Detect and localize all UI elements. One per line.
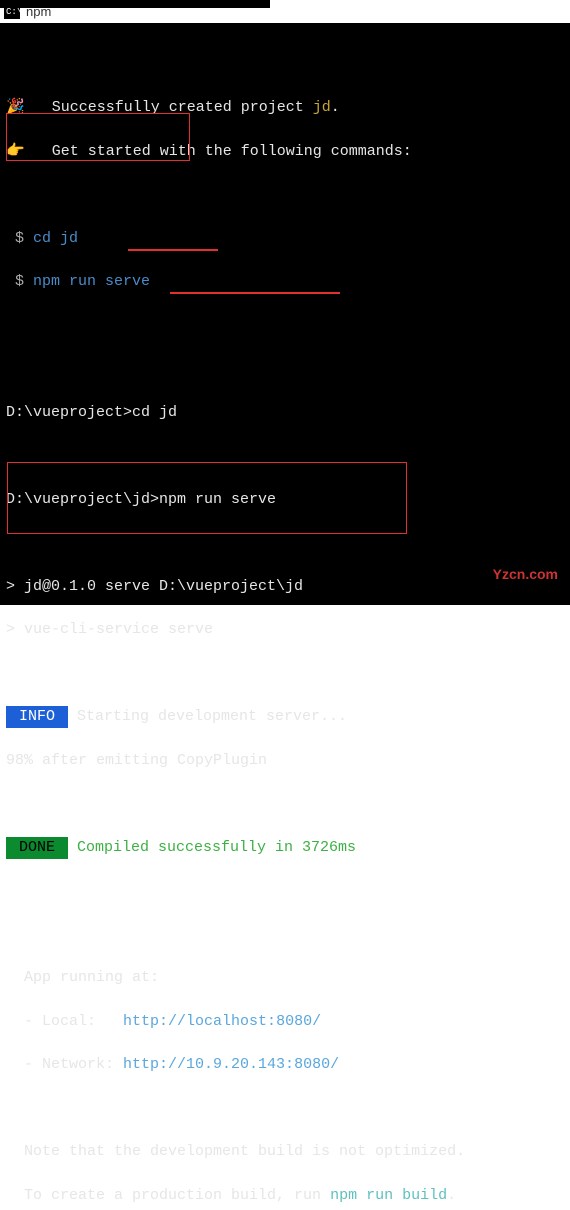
done-line: DONE Compiled successfully in 3726ms (6, 837, 564, 859)
done-badge: DONE (6, 837, 68, 859)
terminal-viewport[interactable]: 🎉 Successfully created project jd. 👉 Get… (0, 24, 570, 605)
local-url-line: - Local: http://localhost:8080/ (6, 1011, 564, 1033)
top-black-strip (0, 0, 270, 8)
serve-line-1: > jd@0.1.0 serve D:\vueproject\jd (6, 576, 564, 598)
info-badge: INFO (6, 706, 68, 728)
suggested-cmd-2: $ npm run serve (6, 271, 564, 293)
blank-line (6, 793, 564, 815)
note-line-1: Note that the development build is not o… (6, 1141, 564, 1163)
prompt-line-1: D:\vueproject>cd jd (6, 402, 564, 424)
blank-line (6, 880, 564, 902)
prompt-line-2: D:\vueproject\jd>npm run serve (6, 489, 564, 511)
suggested-cmd-1: $ cd jd (6, 228, 564, 250)
blank-line (6, 663, 564, 685)
app-running-line: App running at: (6, 967, 564, 989)
progress-line: 98% after emitting CopyPlugin (6, 750, 564, 772)
serve-line-2: > vue-cli-service serve (6, 619, 564, 641)
network-url-line: - Network: http://10.9.20.143:8080/ (6, 1054, 564, 1076)
blank-line (6, 315, 564, 337)
info-line: INFO Starting development server... (6, 706, 564, 728)
blank-line (6, 532, 564, 554)
blank-line (6, 358, 564, 380)
getstarted-line: 👉 Get started with the following command… (6, 141, 564, 163)
annotation-underline-2 (170, 292, 340, 294)
success-line: 🎉 Successfully created project jd. (6, 97, 564, 119)
note-line-2: To create a production build, run npm ru… (6, 1185, 564, 1207)
blank-line (6, 184, 564, 206)
watermark-text: Yzcn.com (493, 564, 558, 584)
network-url[interactable]: http://10.9.20.143:8080/ (123, 1056, 339, 1073)
annotation-underline-1 (128, 249, 218, 251)
blank-line (6, 1098, 564, 1120)
blank-line (6, 924, 564, 946)
terminal-line (6, 54, 564, 76)
local-url[interactable]: http://localhost:8080/ (123, 1013, 321, 1030)
blank-line (6, 445, 564, 467)
